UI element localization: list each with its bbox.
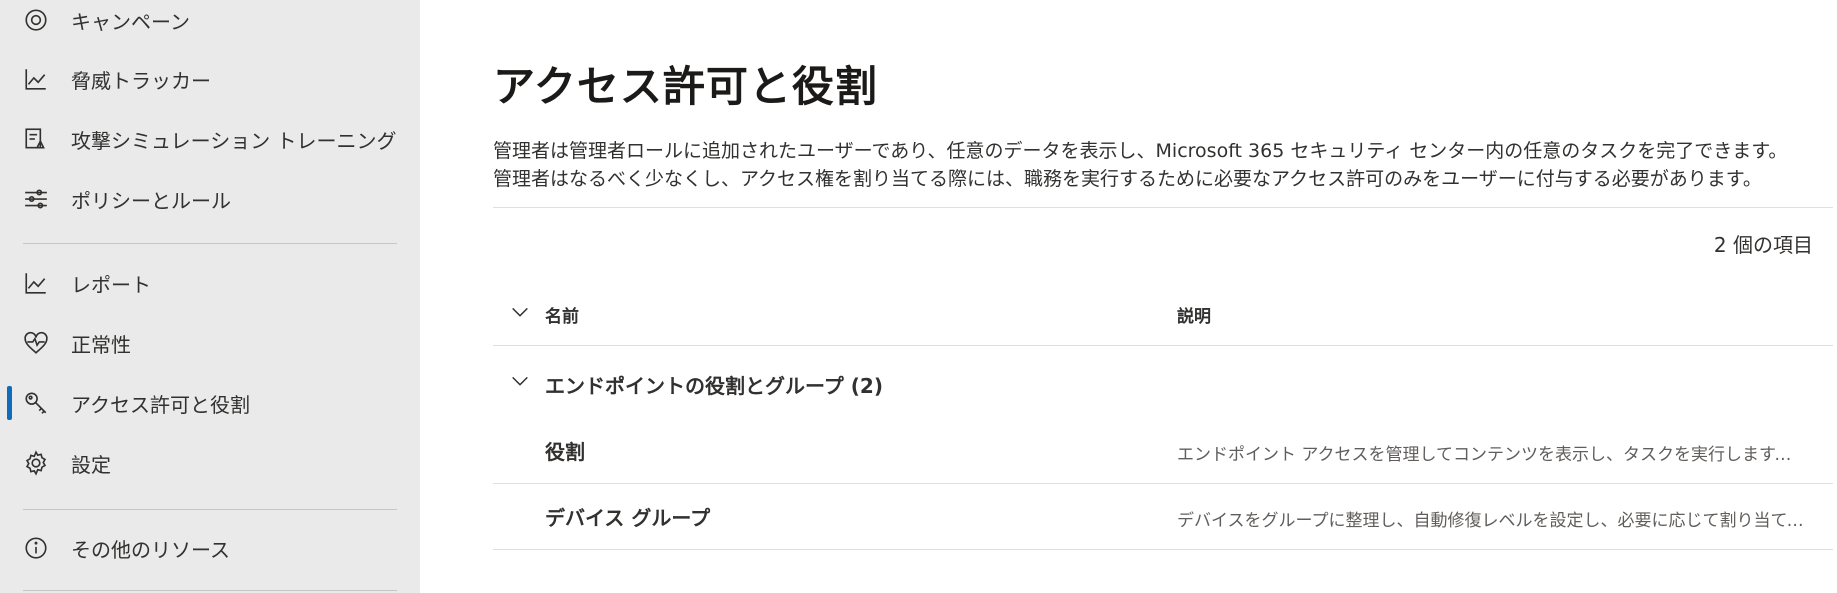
target-icon [23,7,49,33]
row-name: デバイス グループ [545,506,711,530]
key-icon [23,390,49,416]
heart-pulse-icon [23,330,49,356]
sidebar-item-label: アクセス許可と役割 [71,392,250,417]
group-label: エンドポイントの役割とグループ (2) [545,374,883,398]
sidebar-item-label: 脅威トラッカー [71,68,211,93]
sliders-icon [23,186,49,212]
sidebar-item-label: レポート [71,272,151,297]
chevron-down-icon[interactable] [509,301,531,323]
sidebar-item-label: 攻撃シミュレーション トレーニング [71,128,397,153]
sidebar-item-label: 設定 [71,452,111,477]
header-divider [493,345,1833,346]
row-description: エンドポイント アクセスを管理してコンテンツを表示し、タスクを実行します。以下の… [1177,445,1807,465]
gear-icon [23,450,49,476]
sidebar: キャンペーン 脅威トラッカー 攻撃シミュレーション トレーニング ポリシーとルー… [0,0,420,593]
row-description: デバイスをグループに整理し、自動修復レベルを設定し、必要に応じて割り当てます..… [1177,511,1807,531]
sidebar-item-reports[interactable]: レポート [0,259,420,307]
active-indicator [7,386,12,420]
chevron-down-icon[interactable] [509,370,531,392]
section-divider [493,207,1833,208]
column-header-name[interactable]: 名前 [545,302,579,327]
sidebar-item-threat-tracker[interactable]: 脅威トラッカー [0,55,420,103]
chart-line-icon [23,270,49,296]
sidebar-item-label: 正常性 [71,332,131,357]
row-divider [493,549,1833,550]
sidebar-divider [23,243,397,244]
column-header-description[interactable]: 説明 [1177,302,1211,327]
sidebar-item-policies[interactable]: ポリシーとルール [0,175,420,223]
sidebar-item-permissions[interactable]: アクセス許可と役割 [0,379,420,427]
row-divider [493,483,1833,484]
sidebar-item-health[interactable]: 正常性 [0,319,420,367]
item-count: 2 個の項目 [1713,233,1813,257]
sidebar-divider [23,509,397,510]
page-description: 管理者は管理者ロールに追加されたユーザーであり、任意のデータを表示し、Micro… [493,140,1788,190]
sidebar-item-settings[interactable]: 設定 [0,439,420,487]
row-name: 役割 [545,440,585,464]
sidebar-item-more-resources[interactable]: その他のリソース [0,524,420,572]
page-title: アクセス許可と役割 [493,62,878,111]
app: キャンペーン 脅威トラッカー 攻撃シミュレーション トレーニング ポリシーとルー… [0,0,1837,593]
sidebar-divider [23,590,397,591]
sidebar-item-campaigns[interactable]: キャンペーン [0,0,420,44]
sidebar-item-label: キャンペーン [71,9,190,34]
sidebar-item-label: ポリシーとルール [71,188,231,213]
simulation-icon [23,126,49,152]
main-content: アクセス許可と役割 管理者は管理者ロールに追加されたユーザーであり、任意のデータ… [420,0,1837,593]
info-icon [23,535,49,561]
sidebar-item-attack-simulation[interactable]: 攻撃シミュレーション トレーニング [0,115,420,163]
chart-line-icon [23,66,49,92]
sidebar-item-label: その他のリソース [71,537,230,562]
